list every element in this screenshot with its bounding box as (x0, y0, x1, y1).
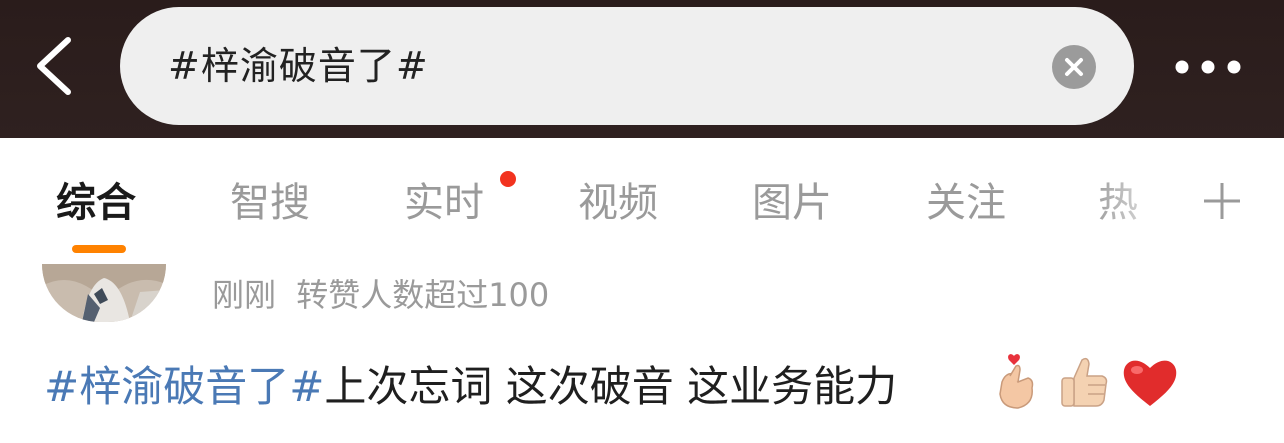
post-time: 刚刚 (212, 276, 277, 314)
tab-video[interactable]: 视频 (578, 178, 658, 228)
clear-x-icon (1065, 58, 1083, 76)
back-button[interactable] (30, 34, 80, 98)
finger-heart-emoji (999, 354, 1034, 409)
clear-search-button[interactable] (1052, 45, 1096, 89)
top-bar: #梓渝破音了# (0, 0, 1284, 138)
red-heart-emoji (1123, 360, 1177, 406)
more-dots-icon (1175, 60, 1241, 74)
chevron-left-icon (37, 37, 71, 95)
tab-images[interactable]: 图片 (752, 178, 832, 228)
search-input[interactable]: #梓渝破音了# (120, 7, 1134, 125)
tab-hot[interactable]: 热 (1098, 178, 1138, 228)
post-meta: 刚刚 转赞人数超过100 (212, 274, 549, 316)
tab-realtime[interactable]: 实时 (404, 178, 484, 228)
more-button[interactable] (1172, 52, 1244, 82)
post-status: 转赞人数超过100 (296, 276, 550, 314)
tab-following[interactable]: 关注 (926, 178, 1006, 228)
post-body: 上次忘词 这次破音 这业务能力 (324, 362, 898, 411)
tab-comprehensive[interactable]: 综合 (56, 178, 136, 228)
active-tab-indicator (72, 245, 126, 253)
search-tabs: 综合 智搜 实时 视频 图片 关注 热 (0, 138, 1284, 258)
thumbs-up-emoji (1061, 357, 1108, 407)
hashtag-link[interactable]: #梓渝破音了# (44, 362, 324, 411)
avatar[interactable] (42, 264, 166, 322)
plus-icon (1204, 183, 1240, 219)
post-content: #梓渝破音了#上次忘词 这次破音 这业务能力 (44, 360, 897, 414)
new-content-badge (500, 171, 516, 187)
search-query: #梓渝破音了# (168, 44, 429, 88)
add-tab-button[interactable] (1202, 181, 1242, 221)
tab-smart-search[interactable]: 智搜 (230, 178, 310, 228)
